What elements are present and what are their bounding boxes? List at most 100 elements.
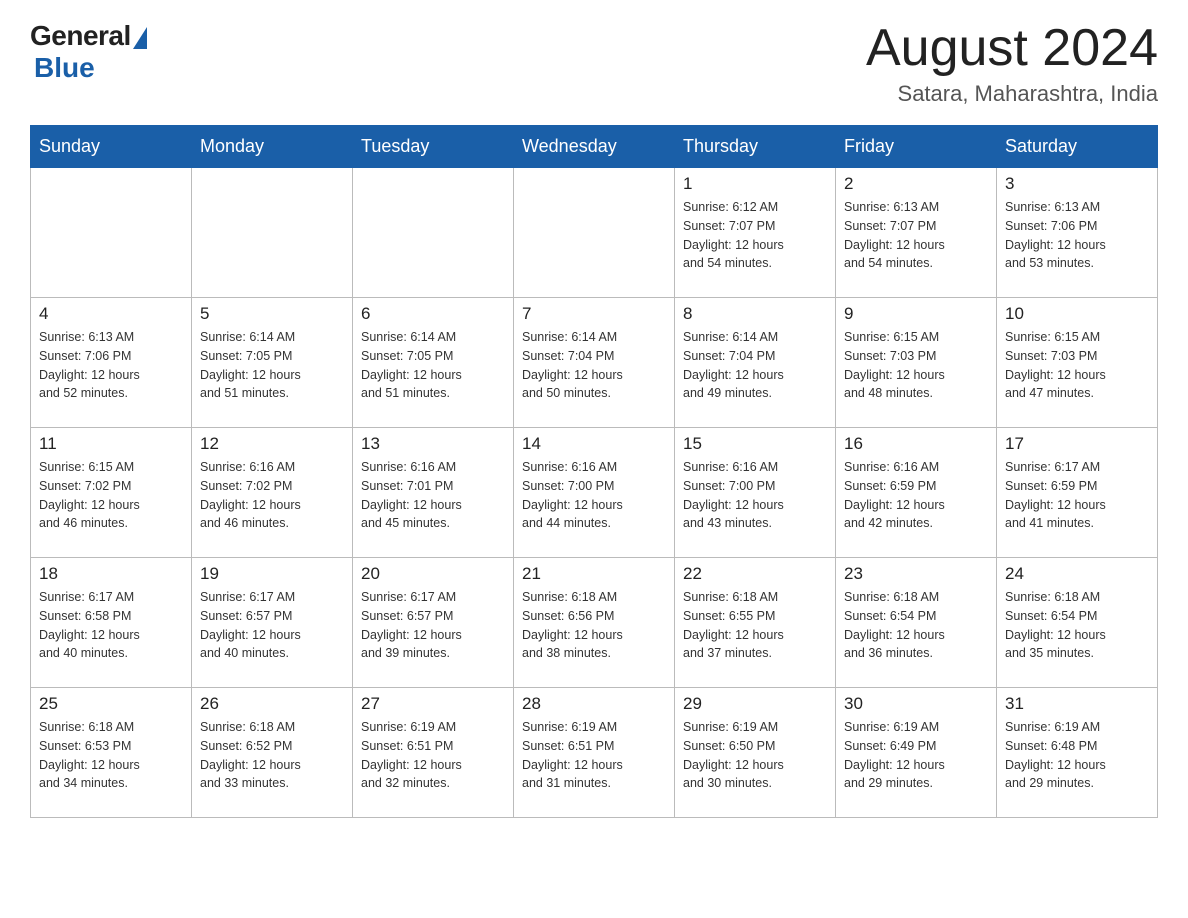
calendar-cell: 1Sunrise: 6:12 AMSunset: 7:07 PMDaylight… bbox=[675, 168, 836, 298]
day-info: Sunrise: 6:13 AMSunset: 7:06 PMDaylight:… bbox=[1005, 198, 1149, 273]
day-number: 14 bbox=[522, 434, 666, 454]
calendar-cell: 8 Sunrise: 6:14 AMSunset: 7:04 PMDaylight… bbox=[675, 298, 836, 428]
weekday-header-sunday: Sunday bbox=[31, 126, 192, 168]
weekday-header-tuesday: Tuesday bbox=[353, 126, 514, 168]
day-info: Sunrise: 6:14 AMSunset: 7:05 PMDaylight:… bbox=[200, 328, 344, 403]
day-info: Sunrise: 6:15 AMSunset: 7:03 PMDaylight:… bbox=[844, 328, 988, 403]
day-number: 30 bbox=[844, 694, 988, 714]
day-number: 6 bbox=[361, 304, 505, 324]
weekday-header-friday: Friday bbox=[836, 126, 997, 168]
calendar-cell bbox=[353, 168, 514, 298]
day-number: 28 bbox=[522, 694, 666, 714]
day-info: Sunrise: 6:18 AMSunset: 6:54 PMDaylight:… bbox=[1005, 588, 1149, 663]
day-number: 26 bbox=[200, 694, 344, 714]
day-info: Sunrise: 6:19 AMSunset: 6:51 PMDaylight:… bbox=[361, 718, 505, 793]
calendar-cell: 10 Sunrise: 6:15 AMSunset: 7:03 PMDayligh… bbox=[997, 298, 1158, 428]
calendar-cell: 3Sunrise: 6:13 AMSunset: 7:06 PMDaylight… bbox=[997, 168, 1158, 298]
calendar-table: SundayMondayTuesdayWednesdayThursdayFrid… bbox=[30, 125, 1158, 818]
day-info: Sunrise: 6:17 AMSunset: 6:57 PMDaylight:… bbox=[200, 588, 344, 663]
calendar-cell: 18 Sunrise: 6:17 AMSunset: 6:58 PMDayligh… bbox=[31, 558, 192, 688]
calendar-cell bbox=[514, 168, 675, 298]
day-info: Sunrise: 6:16 AMSunset: 7:00 PMDaylight:… bbox=[683, 458, 827, 533]
day-number: 5 bbox=[200, 304, 344, 324]
calendar-cell: 23 Sunrise: 6:18 AMSunset: 6:54 PMDayligh… bbox=[836, 558, 997, 688]
day-number: 31 bbox=[1005, 694, 1149, 714]
day-info: Sunrise: 6:16 AMSunset: 7:02 PMDaylight:… bbox=[200, 458, 344, 533]
day-info: Sunrise: 6:16 AMSunset: 6:59 PMDaylight:… bbox=[844, 458, 988, 533]
calendar-cell: 12Sunrise: 6:16 AMSunset: 7:02 PMDayligh… bbox=[192, 428, 353, 558]
calendar-cell: 19Sunrise: 6:17 AMSunset: 6:57 PMDayligh… bbox=[192, 558, 353, 688]
day-number: 7 bbox=[522, 304, 666, 324]
calendar-cell: 22 Sunrise: 6:18 AMSunset: 6:55 PMDayligh… bbox=[675, 558, 836, 688]
calendar-cell: 27 Sunrise: 6:19 AMSunset: 6:51 PMDayligh… bbox=[353, 688, 514, 818]
calendar-week-row: 1Sunrise: 6:12 AMSunset: 7:07 PMDaylight… bbox=[31, 168, 1158, 298]
day-info: Sunrise: 6:14 AMSunset: 7:05 PMDaylight:… bbox=[361, 328, 505, 403]
day-info: Sunrise: 6:19 AMSunset: 6:50 PMDaylight:… bbox=[683, 718, 827, 793]
day-info: Sunrise: 6:13 AMSunset: 7:06 PMDaylight:… bbox=[39, 328, 183, 403]
calendar-cell: 21 Sunrise: 6:18 AMSunset: 6:56 PMDayligh… bbox=[514, 558, 675, 688]
calendar-header-row: SundayMondayTuesdayWednesdayThursdayFrid… bbox=[31, 126, 1158, 168]
day-info: Sunrise: 6:19 AMSunset: 6:49 PMDaylight:… bbox=[844, 718, 988, 793]
calendar-cell: 11Sunrise: 6:15 AMSunset: 7:02 PMDayligh… bbox=[31, 428, 192, 558]
day-number: 2 bbox=[844, 174, 988, 194]
calendar-title-section: August 2024 Satara, Maharashtra, India bbox=[866, 20, 1158, 107]
day-info: Sunrise: 6:12 AMSunset: 7:07 PMDaylight:… bbox=[683, 198, 827, 273]
day-number: 22 bbox=[683, 564, 827, 584]
logo-blue-text: Blue bbox=[34, 52, 95, 84]
day-number: 20 bbox=[361, 564, 505, 584]
weekday-header-monday: Monday bbox=[192, 126, 353, 168]
calendar-week-row: 18 Sunrise: 6:17 AMSunset: 6:58 PMDayligh… bbox=[31, 558, 1158, 688]
calendar-cell: 16 Sunrise: 6:16 AMSunset: 6:59 PMDayligh… bbox=[836, 428, 997, 558]
day-number: 18 bbox=[39, 564, 183, 584]
day-number: 23 bbox=[844, 564, 988, 584]
day-info: Sunrise: 6:18 AMSunset: 6:52 PMDaylight:… bbox=[200, 718, 344, 793]
day-number: 4 bbox=[39, 304, 183, 324]
day-number: 10 bbox=[1005, 304, 1149, 324]
day-number: 9 bbox=[844, 304, 988, 324]
calendar-cell: 17Sunrise: 6:17 AMSunset: 6:59 PMDayligh… bbox=[997, 428, 1158, 558]
weekday-header-thursday: Thursday bbox=[675, 126, 836, 168]
logo-triangle-icon bbox=[133, 27, 147, 49]
day-info: Sunrise: 6:17 AMSunset: 6:58 PMDaylight:… bbox=[39, 588, 183, 663]
day-number: 24 bbox=[1005, 564, 1149, 584]
day-number: 21 bbox=[522, 564, 666, 584]
day-number: 25 bbox=[39, 694, 183, 714]
day-number: 29 bbox=[683, 694, 827, 714]
calendar-cell: 15Sunrise: 6:16 AMSunset: 7:00 PMDayligh… bbox=[675, 428, 836, 558]
calendar-cell: 20 Sunrise: 6:17 AMSunset: 6:57 PMDayligh… bbox=[353, 558, 514, 688]
day-info: Sunrise: 6:16 AMSunset: 7:01 PMDaylight:… bbox=[361, 458, 505, 533]
day-number: 13 bbox=[361, 434, 505, 454]
day-info: Sunrise: 6:17 AMSunset: 6:57 PMDaylight:… bbox=[361, 588, 505, 663]
day-number: 8 bbox=[683, 304, 827, 324]
day-info: Sunrise: 6:17 AMSunset: 6:59 PMDaylight:… bbox=[1005, 458, 1149, 533]
calendar-week-row: 11Sunrise: 6:15 AMSunset: 7:02 PMDayligh… bbox=[31, 428, 1158, 558]
calendar-cell bbox=[31, 168, 192, 298]
day-info: Sunrise: 6:19 AMSunset: 6:51 PMDaylight:… bbox=[522, 718, 666, 793]
day-info: Sunrise: 6:15 AMSunset: 7:03 PMDaylight:… bbox=[1005, 328, 1149, 403]
day-info: Sunrise: 6:16 AMSunset: 7:00 PMDaylight:… bbox=[522, 458, 666, 533]
calendar-cell: 14 Sunrise: 6:16 AMSunset: 7:00 PMDayligh… bbox=[514, 428, 675, 558]
calendar-month-year: August 2024 bbox=[866, 20, 1158, 77]
calendar-cell: 25 Sunrise: 6:18 AMSunset: 6:53 PMDayligh… bbox=[31, 688, 192, 818]
weekday-header-wednesday: Wednesday bbox=[514, 126, 675, 168]
day-info: Sunrise: 6:14 AMSunset: 7:04 PMDaylight:… bbox=[522, 328, 666, 403]
calendar-cell: 13 Sunrise: 6:16 AMSunset: 7:01 PMDayligh… bbox=[353, 428, 514, 558]
logo-general-text: General bbox=[30, 20, 131, 52]
calendar-cell: 7 Sunrise: 6:14 AMSunset: 7:04 PMDaylight… bbox=[514, 298, 675, 428]
day-info: Sunrise: 6:18 AMSunset: 6:55 PMDaylight:… bbox=[683, 588, 827, 663]
calendar-cell: 30 Sunrise: 6:19 AMSunset: 6:49 PMDayligh… bbox=[836, 688, 997, 818]
day-number: 27 bbox=[361, 694, 505, 714]
day-number: 11 bbox=[39, 434, 183, 454]
calendar-cell: 26 Sunrise: 6:18 AMSunset: 6:52 PMDayligh… bbox=[192, 688, 353, 818]
calendar-cell: 9 Sunrise: 6:15 AMSunset: 7:03 PMDaylight… bbox=[836, 298, 997, 428]
calendar-week-row: 25 Sunrise: 6:18 AMSunset: 6:53 PMDayligh… bbox=[31, 688, 1158, 818]
calendar-cell: 5 Sunrise: 6:14 AMSunset: 7:05 PMDaylight… bbox=[192, 298, 353, 428]
calendar-cell: 4 Sunrise: 6:13 AMSunset: 7:06 PMDaylight… bbox=[31, 298, 192, 428]
weekday-header-saturday: Saturday bbox=[997, 126, 1158, 168]
day-info: Sunrise: 6:18 AMSunset: 6:54 PMDaylight:… bbox=[844, 588, 988, 663]
day-info: Sunrise: 6:18 AMSunset: 6:56 PMDaylight:… bbox=[522, 588, 666, 663]
day-number: 16 bbox=[844, 434, 988, 454]
day-info: Sunrise: 6:13 AMSunset: 7:07 PMDaylight:… bbox=[844, 198, 988, 273]
day-info: Sunrise: 6:14 AMSunset: 7:04 PMDaylight:… bbox=[683, 328, 827, 403]
day-info: Sunrise: 6:18 AMSunset: 6:53 PMDaylight:… bbox=[39, 718, 183, 793]
